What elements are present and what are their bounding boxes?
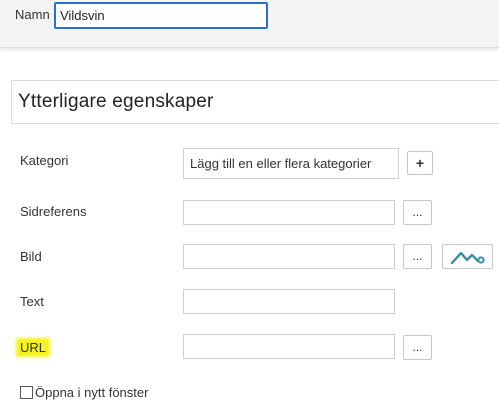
image-label: Bild (20, 249, 42, 264)
open-new-window-option[interactable]: Öppna i nytt fönster (20, 383, 148, 401)
url-label-text: URL (18, 340, 49, 355)
add-category-button[interactable]: + (407, 151, 433, 175)
text-input[interactable] (183, 289, 395, 314)
name-input[interactable] (54, 2, 268, 29)
section-title: Ytterligare egenskaper (18, 91, 214, 112)
page-reference-input[interactable] (183, 200, 395, 225)
name-label: Namn (15, 7, 50, 22)
page-reference-browse-button[interactable]: ... (403, 200, 432, 225)
image-mountain-icon (450, 251, 485, 264)
open-new-window-checkbox[interactable] (20, 385, 33, 399)
category-field[interactable]: Lägg till en eller flera kategorier (183, 148, 399, 179)
image-input[interactable] (183, 244, 395, 269)
page-reference-label: Sidreferens (20, 204, 87, 219)
open-new-window-label: Öppna i nytt fönster (35, 384, 149, 400)
url-input[interactable] (183, 334, 395, 359)
url-browse-button[interactable]: ... (403, 335, 432, 360)
url-label: URL (18, 340, 49, 355)
section-header: Ytterligare egenskaper (11, 80, 499, 124)
image-preview-button[interactable] (442, 244, 493, 269)
text-label: Text (20, 294, 44, 309)
image-browse-button[interactable]: ... (403, 244, 432, 269)
category-label: Kategori (20, 153, 69, 168)
